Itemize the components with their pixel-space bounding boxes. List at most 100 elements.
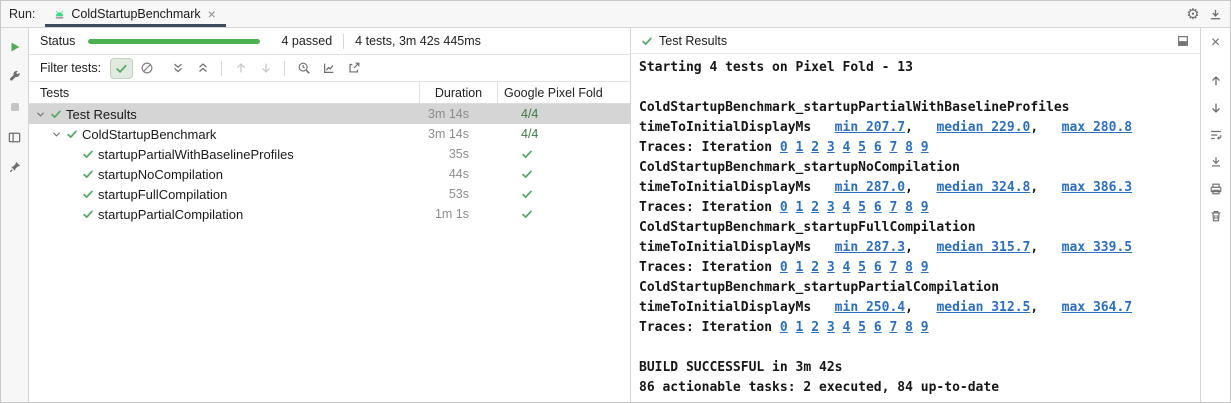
console-link[interactable]: 6: [874, 260, 882, 275]
console-link[interactable]: 3: [827, 260, 835, 275]
console-link[interactable]: 5: [858, 260, 866, 275]
console-link[interactable]: 5: [858, 200, 866, 215]
restore-layout-icon[interactable]: [4, 126, 26, 148]
console-link[interactable]: median 324.8: [936, 180, 1030, 195]
column-header-duration[interactable]: Duration: [419, 82, 497, 103]
console-link[interactable]: max 364.7: [1062, 300, 1132, 315]
console-link[interactable]: 9: [921, 200, 929, 215]
console-link[interactable]: 8: [905, 200, 913, 215]
console-link[interactable]: 2: [811, 320, 819, 335]
console-link[interactable]: 1: [796, 200, 804, 215]
console-link[interactable]: 0: [780, 260, 788, 275]
console-link[interactable]: 5: [858, 140, 866, 155]
console-link[interactable]: 7: [889, 140, 897, 155]
divider: [284, 61, 285, 76]
up-stack-trace-icon[interactable]: [1205, 70, 1227, 92]
console-link[interactable]: max 280.8: [1062, 120, 1132, 135]
console-link[interactable]: 9: [921, 260, 929, 275]
console-link[interactable]: 4: [843, 260, 851, 275]
pin-icon[interactable]: [4, 156, 26, 178]
console-link[interactable]: 6: [874, 200, 882, 215]
console-link[interactable]: 1: [796, 320, 804, 335]
console-link[interactable]: 7: [889, 200, 897, 215]
test-tree-row[interactable]: startupPartialCompilation1m 1s: [29, 204, 630, 224]
device-result: [497, 208, 630, 220]
test-duration: 53s: [419, 187, 497, 201]
next-occurrence-button: [254, 58, 277, 79]
column-header-device[interactable]: Google Pixel Fold: [497, 82, 630, 103]
chevron-down-icon[interactable]: [50, 129, 62, 140]
console-link[interactable]: max 386.3: [1062, 180, 1132, 195]
column-header-tests[interactable]: Tests: [29, 82, 419, 103]
float-window-icon[interactable]: [1172, 30, 1194, 52]
chevron-down-icon[interactable]: [34, 109, 46, 120]
clear-console-icon[interactable]: [1205, 205, 1227, 227]
console-link[interactable]: 8: [905, 140, 913, 155]
console-link[interactable]: 8: [905, 320, 913, 335]
soft-wrap-icon[interactable]: [1205, 124, 1227, 146]
console-link[interactable]: median 229.0: [936, 120, 1030, 135]
test-history-icon[interactable]: [292, 58, 315, 79]
test-tree-row[interactable]: startupPartialWithBaselineProfiles35s: [29, 144, 630, 164]
print-icon[interactable]: [1205, 178, 1227, 200]
filter-toolbar: Filter tests:: [29, 55, 630, 82]
show-passed-toggle[interactable]: [110, 58, 133, 79]
import-test-results-icon[interactable]: [317, 58, 340, 79]
console-link[interactable]: 3: [827, 320, 835, 335]
down-stack-trace-icon[interactable]: [1205, 97, 1227, 119]
console-link[interactable]: 1: [796, 140, 804, 155]
console-link[interactable]: 6: [874, 140, 882, 155]
console-link[interactable]: 2: [811, 200, 819, 215]
left-toolbar: [1, 28, 29, 402]
test-name-label: startupFullCompilation: [98, 187, 227, 202]
console-link[interactable]: 9: [921, 140, 929, 155]
console-link[interactable]: 4: [843, 320, 851, 335]
export-test-results-icon[interactable]: [342, 58, 365, 79]
console-link[interactable]: 9: [921, 320, 929, 335]
console-link[interactable]: 0: [780, 140, 788, 155]
gear-icon[interactable]: ⚙: [1182, 3, 1204, 25]
console-link[interactable]: 5: [858, 320, 866, 335]
console-link[interactable]: min 287.0: [835, 180, 905, 195]
tab-coldstartupbenchmark[interactable]: ColdStartupBenchmark ×: [45, 1, 225, 27]
tab-close-icon[interactable]: ×: [208, 7, 216, 21]
divider: [221, 61, 222, 76]
console-link[interactable]: 0: [780, 200, 788, 215]
console-link[interactable]: 2: [811, 140, 819, 155]
console-link[interactable]: max 339.5: [1062, 240, 1132, 255]
test-tree-row[interactable]: ColdStartupBenchmark3m 14s4/4: [29, 124, 630, 144]
console-link[interactable]: 4: [843, 140, 851, 155]
test-tree-row[interactable]: startupFullCompilation 53s: [29, 184, 630, 204]
show-ignored-toggle[interactable]: [135, 58, 158, 79]
filter-label: Filter tests:: [40, 61, 101, 75]
expand-all-button[interactable]: [166, 58, 189, 79]
hide-icon[interactable]: [1204, 3, 1226, 25]
console-link[interactable]: 7: [889, 260, 897, 275]
run-tool-window: Run: ColdStartupBenchmark × ⚙: [0, 0, 1231, 403]
console-link[interactable]: 1: [796, 260, 804, 275]
console-link[interactable]: 6: [874, 320, 882, 335]
close-icon[interactable]: ×: [1205, 32, 1227, 54]
stop-icon: [4, 96, 26, 118]
console-link[interactable]: 0: [780, 320, 788, 335]
console-output: Starting 4 tests on Pixel Fold - 13 Cold…: [631, 54, 1200, 402]
console-link[interactable]: 2: [811, 260, 819, 275]
console-link[interactable]: min 287.3: [835, 240, 905, 255]
collapse-all-button[interactable]: [191, 58, 214, 79]
console-link[interactable]: median 315.7: [936, 240, 1030, 255]
test-tree-row[interactable]: Test Results3m 14s4/4: [29, 104, 630, 124]
console-link[interactable]: 8: [905, 260, 913, 275]
console-link[interactable]: median 312.5: [936, 300, 1030, 315]
test-passed-icon: [82, 208, 94, 220]
console-link[interactable]: 3: [827, 200, 835, 215]
console-link[interactable]: 7: [889, 320, 897, 335]
rerun-tests-icon[interactable]: [4, 36, 26, 58]
console-link[interactable]: min 250.4: [835, 300, 905, 315]
test-tree-row[interactable]: startupNoCompilation44s: [29, 164, 630, 184]
console-link[interactable]: 4: [843, 200, 851, 215]
console-link[interactable]: 3: [827, 140, 835, 155]
wrench-icon[interactable]: [4, 66, 26, 88]
right-toolbar: ×: [1200, 28, 1230, 402]
scroll-to-end-icon[interactable]: [1205, 151, 1227, 173]
console-link[interactable]: min 207.7: [835, 120, 905, 135]
